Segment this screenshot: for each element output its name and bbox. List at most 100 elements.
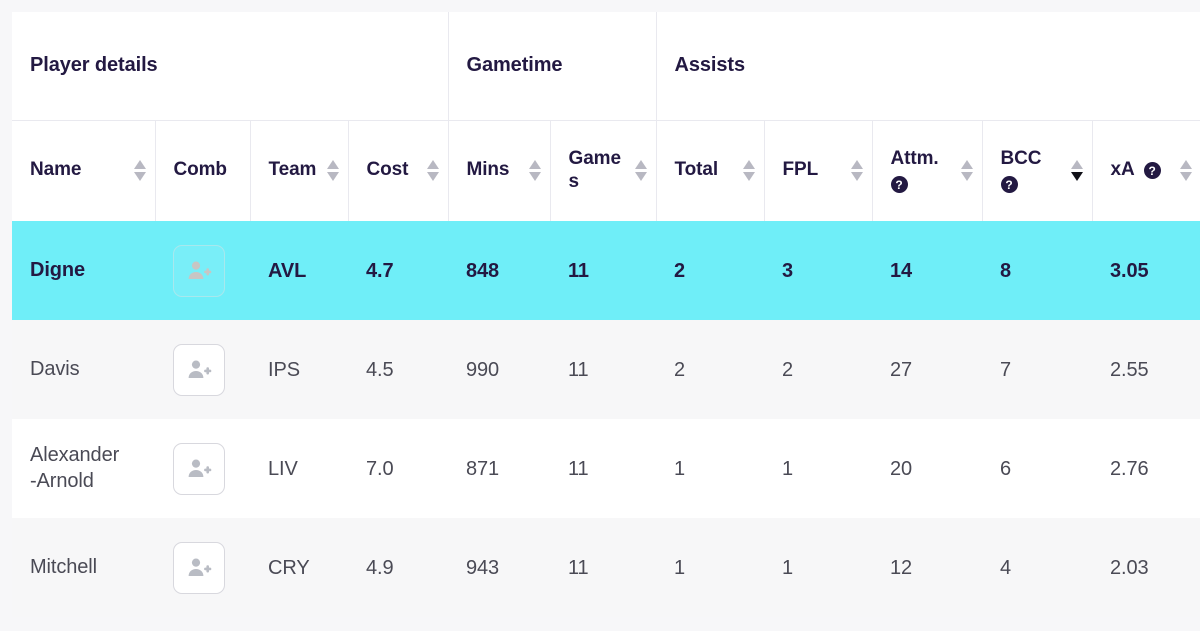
sort-toggle-name[interactable] [134,160,147,182]
cell-comb [155,221,250,320]
group-header-assists: Assists [656,12,1200,121]
person-add-icon [186,456,212,482]
player-name-text: Davis [30,357,80,380]
cell-player-name: Digne [12,221,155,320]
column-header-total-label: Total [674,159,719,181]
table-header: Player details Gametime Assists Name Com… [12,12,1200,221]
table-row[interactable]: Alexander -Arnold LIV 7.0 871 11 1 1 20 6 2.76 [12,419,1200,518]
cell-fpl: 2 [764,320,873,419]
cell-comb [155,419,250,518]
sort-toggle-team[interactable] [327,160,340,182]
column-header-team-label: Team [268,159,317,181]
column-header-attm[interactable]: Attm. ? [872,120,983,221]
column-header-mins[interactable]: Mins [448,120,551,221]
sort-toggle-total[interactable] [743,160,756,182]
cell-mins: 871 [448,419,551,518]
cell-comb [155,518,250,617]
cell-games: 11 [550,518,657,617]
column-header-total[interactable]: Total [656,120,765,221]
cell-comb [155,320,250,419]
cell-bcc: 8 [982,221,1093,320]
column-header-xa-label: xA [1110,159,1135,181]
add-player-button[interactable] [173,343,225,396]
cell-mins: 943 [448,518,551,617]
cell-cost: 4.9 [348,518,449,617]
help-icon-attm[interactable]: ? [890,176,908,194]
cell-total: 1 [656,419,765,518]
cell-bcc: 4 [982,518,1093,617]
help-icon-xa[interactable]: ? [1143,162,1161,180]
cell-fpl: 1 [764,518,873,617]
table-row[interactable]: Mitchell CRY 4.9 943 11 1 1 12 4 2.03 [12,518,1200,617]
column-header-games[interactable]: Games [550,120,657,221]
cell-games: 11 [550,221,657,320]
sort-toggle-games[interactable] [635,160,648,182]
cell-xa: 2.03 [1092,518,1200,617]
cell-total: 1 [656,518,765,617]
cell-mins: 990 [448,320,551,419]
table-row[interactable]: Davis IPS 4.5 990 11 2 2 27 7 2.55 [12,320,1200,419]
cell-total: 2 [656,320,765,419]
cell-team: CRY [250,518,348,617]
player-name-text: Digne [30,258,86,281]
cell-fpl: 1 [764,419,873,518]
table-body: Digne AVL 4.7 848 11 2 3 14 8 3.05 Davis IPS 4.5 990 1… [12,221,1200,617]
add-player-button[interactable] [173,244,225,297]
cell-xa: 2.55 [1092,320,1200,419]
column-header-cost-label: Cost [366,159,409,181]
sort-toggle-bcc[interactable] [1071,160,1084,182]
column-header-name-label: Name [30,159,82,181]
player-stats-table-container: Player details Gametime Assists Name Com… [12,12,1200,617]
column-header-comb[interactable]: Comb [155,120,251,221]
column-header-comb-label: Comb [173,159,228,181]
person-add-icon [186,258,212,284]
cell-player-name: Mitchell [12,518,155,617]
player-name-text-line2: -Arnold [30,469,94,492]
add-player-button[interactable] [173,442,225,495]
sort-toggle-xa[interactable] [1179,160,1192,182]
cell-total: 2 [656,221,765,320]
cell-bcc: 7 [982,320,1093,419]
cell-player-name: Alexander -Arnold [12,419,155,518]
cell-games: 11 [550,419,657,518]
add-player-button[interactable] [173,541,225,594]
cell-cost: 7.0 [348,419,449,518]
sort-toggle-cost[interactable] [427,160,440,182]
cell-team: AVL [250,221,348,320]
sort-toggle-attm[interactable] [961,160,974,182]
cell-team: LIV [250,419,348,518]
person-add-icon [186,357,212,383]
cell-team: IPS [250,320,348,419]
cell-player-name: Davis [12,320,155,419]
cell-bcc: 6 [982,419,1093,518]
column-header-attm-label: Attm. [890,148,939,170]
column-header-team[interactable]: Team [250,120,349,221]
column-header-fpl[interactable]: FPL [764,120,873,221]
column-header-name[interactable]: Name [12,120,156,221]
sort-toggle-mins[interactable] [529,160,542,182]
column-header-row: Name Comb Team Cost Mins Games Total FPL… [12,120,1200,221]
column-header-xa[interactable]: xA ? [1092,120,1200,221]
stats-table-page: Player details Gametime Assists Name Com… [0,0,1200,631]
column-header-games-label: Games [568,147,622,192]
player-stats-table: Player details Gametime Assists Name Com… [12,12,1200,617]
player-name-text: Alexander [30,443,120,466]
help-icon-bcc[interactable]: ? [1000,176,1018,194]
group-header-player-details: Player details [12,12,449,121]
group-header-gametime: Gametime [448,12,657,121]
group-header-row: Player details Gametime Assists [12,12,1200,121]
cell-fpl: 3 [764,221,873,320]
cell-attm: 20 [872,419,983,518]
cell-cost: 4.7 [348,221,449,320]
column-header-mins-label: Mins [466,159,510,181]
person-add-icon [186,555,212,581]
player-name-text: Mitchell [30,555,97,578]
cell-games: 11 [550,320,657,419]
column-header-cost[interactable]: Cost [348,120,449,221]
cell-xa: 3.05 [1092,221,1200,320]
column-header-fpl-label: FPL [782,159,819,181]
sort-toggle-fpl[interactable] [851,160,864,182]
column-header-bcc[interactable]: BCC ? [982,120,1093,221]
cell-cost: 4.5 [348,320,449,419]
table-row[interactable]: Digne AVL 4.7 848 11 2 3 14 8 3.05 [12,221,1200,320]
